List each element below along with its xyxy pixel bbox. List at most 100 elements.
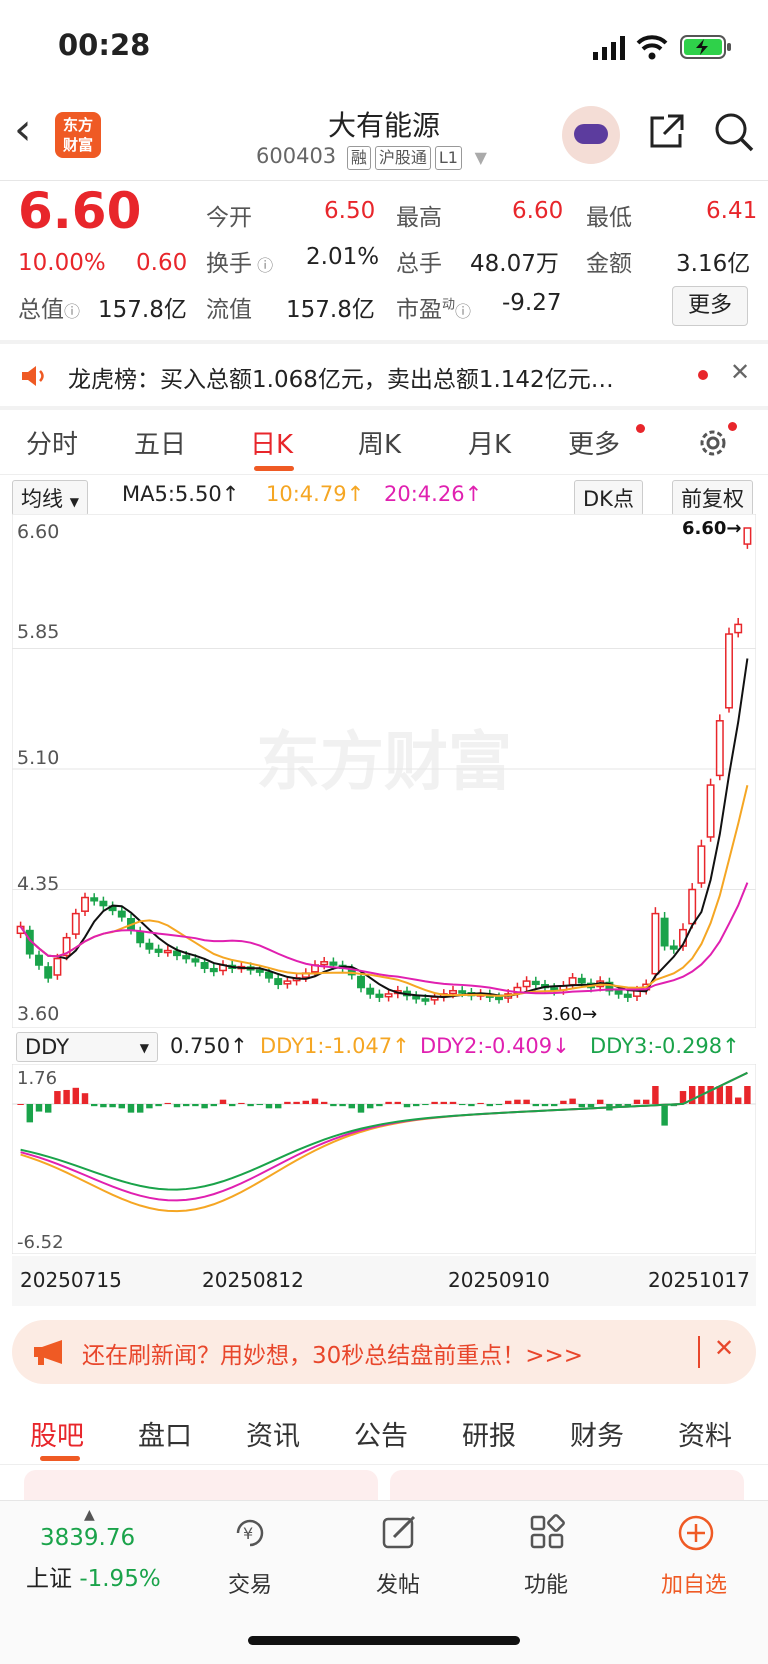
forum-card[interactable] [390,1470,744,1500]
tab-announcements[interactable]: 公告 [354,1414,408,1453]
plus-circle-icon [678,1515,714,1551]
candle [623,993,632,998]
ddy2-value: DDY2:-0.409↓ [420,1034,570,1058]
y-label-3: 5.10 [17,747,59,769]
ddy-bar [394,1101,402,1104]
candle [145,942,154,950]
ddy-bar [26,1104,34,1123]
info-icon[interactable]: ⓘ [455,302,471,321]
stock-code-row: 600403 融沪股通 L1 ▼ [256,144,487,170]
high-value: 6.60 [512,198,564,224]
ddy-bar [136,1104,144,1113]
status-time: 00:28 [58,28,151,62]
candle [651,912,660,975]
nav-functions[interactable]: 功能 [486,1567,606,1599]
date-label-2: 20250812 [202,1268,304,1292]
candle [522,980,531,988]
candle [375,993,384,998]
candle [163,949,172,954]
ddy-bar [504,1100,512,1104]
candle [35,954,43,966]
share-icon[interactable] [646,112,686,152]
ddy-bar [523,1099,530,1104]
ddy-bar [81,1093,89,1104]
dk-point-button[interactable]: DK点 [574,480,643,516]
info-icon[interactable]: ⓘ [64,302,80,321]
tab-five-day[interactable]: 五日 [134,424,186,461]
ddy-bar [63,1089,70,1104]
wifi-icon [636,35,668,60]
close-icon[interactable]: ✕ [730,358,750,386]
assistant-avatar[interactable] [562,106,620,164]
speaker-icon [22,366,44,386]
adjust-button[interactable]: 前复权 [672,480,753,516]
tab-weekly-k[interactable]: 周K [358,424,401,461]
ddy-bar [514,1099,521,1104]
chevron-down-icon[interactable]: ▼ [475,148,487,167]
forum-card[interactable] [24,1470,378,1500]
tab-orderbook[interactable]: 盘口 [138,1414,192,1453]
ddy-value: 0.750↑ [170,1034,248,1058]
ddy-bar [449,1101,457,1104]
promo-banner[interactable]: 还在刷新闻？用妙想，30秒总结盘前重点！>>> ✕ [12,1320,756,1384]
candlestick-chart[interactable]: 东方财富 6.60 5.85 5.10 4.35 3.60 6.60→ 3.60… [12,514,756,1028]
y-label-top: 6.60 [17,521,59,543]
tab-forum[interactable]: 股吧 [30,1414,84,1453]
tab-daily-k[interactable]: 日K [250,424,293,461]
y-label-2: 5.85 [17,621,59,643]
ddy-bar [330,1104,337,1107]
amount-value: 3.16亿 [676,251,751,277]
open-value: 6.50 [324,198,376,224]
tab-indicator [40,1456,80,1461]
ddy-select[interactable]: DDY ▼ [16,1032,158,1062]
index-value[interactable]: 3839.76 [40,1525,135,1551]
ddy-bar [376,1104,383,1107]
ma-legend: 均线 ▼ MA5:5.50↑ 10:4.79↑ 20:4.26↑ DK点 前复权 [12,478,756,516]
candle [154,948,163,953]
turnover-value: 2.01% [306,244,380,270]
indicator-select[interactable]: 均线 ▼ [12,480,88,516]
y-label-bottom: 3.60 [17,1003,59,1025]
ddy3-value: DDY3:-0.298↑ [590,1034,740,1058]
period-tabs: 分时 五日 日K 周K 月K 更多 [0,410,768,475]
ma20-value: 20:4.26↑ [384,482,483,506]
nav-add-watchlist[interactable]: 加自选 [634,1567,754,1599]
close-icon[interactable]: ✕ [714,1334,734,1362]
ddy-bar [146,1104,153,1109]
ddy-bar [109,1104,116,1108]
notice-bar[interactable]: 龙虎榜：买入总额1.068亿元，卖出总额1.142亿元… ✕ [0,344,768,406]
tab-research[interactable]: 研报 [462,1414,516,1453]
high-label: 最高 [396,205,442,231]
candle [71,912,80,935]
info-icon[interactable]: ⓘ [252,256,273,275]
nav-trade[interactable]: 交易 [190,1567,310,1599]
gear-icon[interactable] [696,426,730,460]
ddy-bar [560,1100,567,1104]
ddy-bar [348,1104,356,1109]
candle [715,720,724,777]
ddy-bar [164,1102,172,1104]
nav-post[interactable]: 发帖 [338,1567,458,1599]
more-button[interactable]: 更多 [672,286,748,326]
tab-more[interactable]: 更多 [568,424,620,461]
ddy-indicator-chart[interactable]: 1.76 -6.52 [12,1064,756,1254]
candle [495,996,503,1001]
red-dot [636,424,645,433]
ddy-bar [72,1087,80,1104]
candle [283,980,292,985]
ddy-bar [100,1104,107,1108]
candle [53,957,62,976]
candle [660,917,669,947]
tab-intraday[interactable]: 分时 [26,424,78,461]
search-icon[interactable] [712,110,756,154]
ddy-bar [642,1099,650,1104]
ddy-bar [182,1104,190,1107]
tab-finance[interactable]: 财务 [570,1414,624,1453]
ddy-bar [192,1104,199,1107]
tab-monthly-k[interactable]: 月K [468,424,511,461]
tab-profile[interactable]: 资料 [678,1414,732,1453]
index-row[interactable]: 上证 -1.95% [26,1559,161,1593]
tab-news[interactable]: 资讯 [246,1414,300,1453]
ddy-bar [274,1104,282,1109]
ddy-bar [127,1104,135,1113]
